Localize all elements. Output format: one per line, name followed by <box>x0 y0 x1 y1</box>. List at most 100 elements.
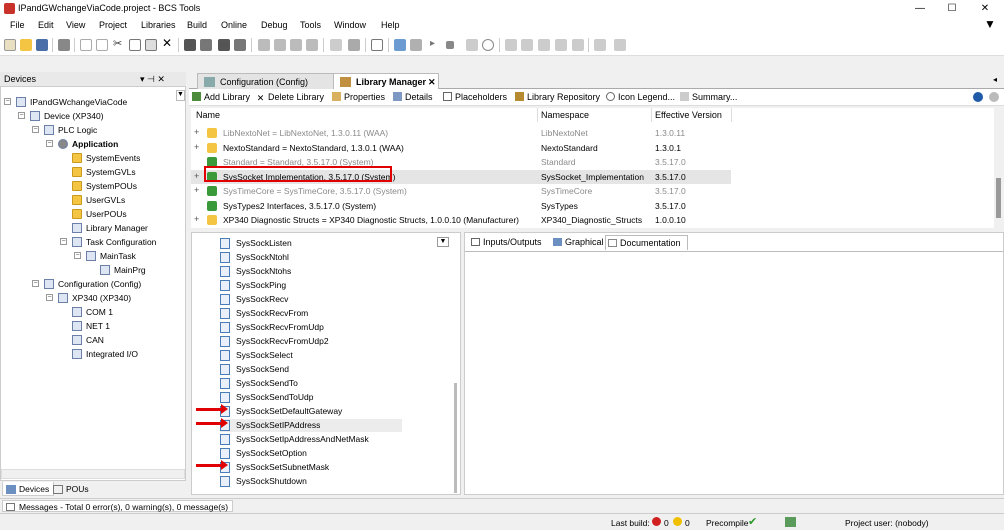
summary-button[interactable]: Summary... <box>680 92 737 102</box>
breakpoint-icon[interactable] <box>572 39 584 51</box>
library-row[interactable]: + NextoStandard = NextoStandard, 1.3.0.1 … <box>191 141 731 155</box>
maximize-button[interactable]: ☐ <box>937 1 967 16</box>
reset-icon[interactable] <box>466 39 478 51</box>
bookmark-icon[interactable] <box>258 39 270 51</box>
details-button[interactable]: Details <box>393 92 433 102</box>
tree-item-label[interactable]: Device (XP340) <box>44 111 104 121</box>
filter-icon[interactable]: ▼ <box>984 17 996 31</box>
library-row[interactable]: + XP340 Diagnostic Structs = XP340 Diagno… <box>191 213 731 227</box>
tree-expander[interactable]: − <box>4 98 11 105</box>
row-expander[interactable]: + <box>194 171 199 181</box>
login-icon[interactable] <box>394 39 406 51</box>
menu-online[interactable]: Online <box>221 20 247 30</box>
copy-icon[interactable] <box>129 39 141 51</box>
tab-configuration[interactable]: Configuration (Config) <box>197 73 337 89</box>
placeholders-button[interactable]: Placeholders <box>443 92 507 102</box>
run-to-cursor-icon[interactable] <box>555 39 567 51</box>
tree-expander[interactable]: − <box>46 294 53 301</box>
back-icon[interactable] <box>973 92 983 102</box>
build-icon[interactable] <box>348 39 360 51</box>
minimize-button[interactable]: — <box>905 1 935 16</box>
tree-expander[interactable]: − <box>32 126 39 133</box>
tab-list-icon[interactable]: ◂ <box>993 75 997 84</box>
write-values-icon[interactable] <box>614 39 626 51</box>
tree-item-label[interactable]: Integrated I/O <box>86 349 138 359</box>
tree-item-label[interactable]: PLC Logic <box>58 125 97 135</box>
tree-item-label[interactable]: UserPOUs <box>86 209 127 219</box>
cut-icon[interactable]: ✂ <box>113 37 125 50</box>
tree-item-label[interactable]: MainPrg <box>114 265 146 275</box>
save-icon[interactable] <box>36 39 48 51</box>
tree-expander[interactable]: − <box>46 140 53 147</box>
library-row[interactable]: + SysTimeCore = SysTimeCore, 3.5.17.0 (Sy… <box>191 184 731 198</box>
tree-expander[interactable]: − <box>18 112 25 119</box>
menu-debug[interactable]: Debug <box>261 20 288 30</box>
start-icon[interactable]: ▸ <box>430 38 442 50</box>
find-next-icon[interactable] <box>218 39 230 51</box>
scroll-thumb[interactable] <box>996 178 1001 218</box>
content-dropdown-button[interactable]: ▼ <box>437 237 449 247</box>
tree-item-label[interactable]: Task Configuration <box>86 237 156 247</box>
redo-icon[interactable] <box>96 39 108 51</box>
menu-project[interactable]: Project <box>99 20 127 30</box>
close-button[interactable]: ✕ <box>970 1 1000 16</box>
row-expander[interactable]: + <box>194 142 199 152</box>
step-into-icon[interactable] <box>521 39 533 51</box>
menu-libraries[interactable]: Libraries <box>141 20 176 30</box>
properties-button[interactable]: Properties <box>332 92 385 102</box>
tree-expander[interactable]: − <box>32 280 39 287</box>
tree-expander[interactable]: − <box>60 238 67 245</box>
panel-pin-icon[interactable]: ▾ ⊣ ✕ <box>140 74 165 85</box>
tab-library-manager[interactable]: Library Manager ✕ <box>333 73 439 89</box>
library-repository-button[interactable]: Library Repository <box>515 92 600 102</box>
menu-window[interactable]: Window <box>334 20 366 30</box>
tree-item-label[interactable]: Application <box>72 139 118 149</box>
menu-tools[interactable]: Tools <box>300 20 321 30</box>
menu-file[interactable]: File <box>10 20 25 30</box>
library-vscrollbar[interactable] <box>994 108 1003 228</box>
precompile-ok-icon[interactable]: ✔ <box>748 515 757 528</box>
messages-tab[interactable]: Messages - Total 0 error(s), 0 warning(s… <box>2 500 234 512</box>
pou-item[interactable]: SysSockSetIPAddress <box>220 419 402 432</box>
icon-legend-button[interactable]: Icon Legend... <box>606 92 675 102</box>
tab-pous[interactable]: POUs <box>50 482 93 496</box>
tree-item-label[interactable]: IPandGWchangeViaCode <box>30 97 127 107</box>
tree-item-label[interactable]: XP340 (XP340) <box>72 293 131 303</box>
bookmark-clear-icon[interactable] <box>306 39 318 51</box>
row-expander[interactable]: + <box>194 214 199 224</box>
menu-edit[interactable]: Edit <box>38 20 54 30</box>
delete-icon[interactable]: ✕ <box>162 36 174 50</box>
row-expander[interactable]: + <box>194 127 199 137</box>
logout-icon[interactable] <box>410 39 422 51</box>
tree-item-label[interactable]: SystemEvents <box>86 153 140 163</box>
row-expander[interactable]: + <box>194 185 199 195</box>
tab-devices[interactable]: Devices <box>2 482 55 496</box>
col-version-header[interactable]: Effective Version <box>655 110 722 120</box>
find-icon[interactable] <box>184 39 196 51</box>
cycle-icon[interactable] <box>482 39 494 51</box>
tree-item-label[interactable]: COM 1 <box>86 307 113 317</box>
print-icon[interactable] <box>58 39 70 51</box>
step-over-icon[interactable] <box>505 39 517 51</box>
tree-expander[interactable]: − <box>74 252 81 259</box>
menu-view[interactable]: View <box>66 20 85 30</box>
device-scan-icon[interactable] <box>371 39 383 51</box>
menu-build[interactable]: Build <box>187 20 207 30</box>
open-folder-icon[interactable] <box>20 39 32 51</box>
tab-graphical[interactable]: Graphical <box>551 235 608 250</box>
tree-item-label[interactable]: MainTask <box>100 251 136 261</box>
devices-hscrollbar[interactable] <box>1 469 185 479</box>
col-namespace-header[interactable]: Namespace <box>541 110 589 120</box>
add-library-button[interactable]: Add Library <box>192 92 250 102</box>
tab-inputs-outputs[interactable]: Inputs/Outputs <box>469 235 546 250</box>
find-prev-icon[interactable] <box>234 39 246 51</box>
step-out-icon[interactable] <box>538 39 550 51</box>
tree-item-label[interactable]: SystemGVLs <box>86 167 136 177</box>
paste-icon[interactable] <box>145 39 157 51</box>
tree-item-label[interactable]: Library Manager <box>86 223 148 233</box>
tree-dropdown-button[interactable]: ▼ <box>176 90 185 101</box>
delete-library-button[interactable]: ✕ Delete Library <box>256 92 324 103</box>
compile-icon[interactable] <box>330 39 342 51</box>
library-row[interactable]: + LibNextoNet = LibNextoNet, 1.3.0.11 (WA… <box>191 126 731 140</box>
tree-item-label[interactable]: UserGVLs <box>86 195 125 205</box>
